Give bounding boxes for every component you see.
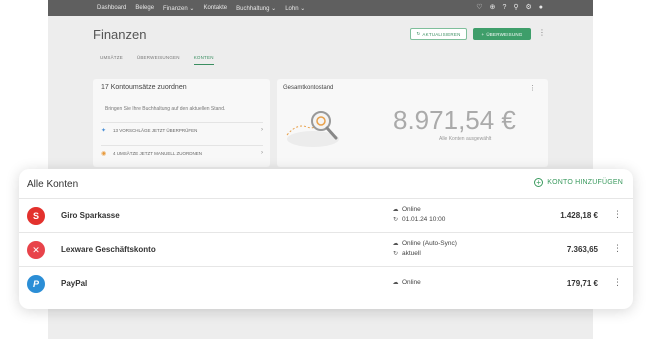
account-status: ☁ Online (Auto-Sync) — [392, 240, 457, 247]
tab-ueberweisungen[interactable]: Überweisungen — [137, 55, 180, 65]
account-status: ☁ Online — [392, 279, 421, 286]
account-name: Giro Sparkasse — [61, 211, 120, 220]
plus-icon: + — [481, 31, 485, 37]
all-accounts-panel: Alle Konten + Konto hinzufügen S Giro Sp… — [19, 169, 633, 309]
refresh-icon: ↻ — [416, 31, 421, 36]
tab-konten[interactable]: Konten — [193, 55, 214, 65]
chevron-right-icon: › — [261, 127, 263, 133]
nav-item-belege[interactable]: Belege — [135, 5, 154, 11]
top-navigation: Dashboard Belege Finanzen ⌄ Kontakte Buc… — [48, 0, 593, 16]
total-balance-value: 8.971,54 € — [393, 105, 516, 135]
status-label: Online — [402, 206, 421, 213]
search-icon[interactable]: ⚲ — [513, 0, 518, 16]
help-icon[interactable]: ? — [502, 0, 506, 16]
card-title: 17 Kontoumsätze zuordnen — [101, 84, 187, 91]
status-label: Online — [402, 279, 421, 286]
sparkle-icon: ✦ — [101, 127, 107, 134]
status-label: Online (Auto-Sync) — [402, 240, 457, 247]
row-label: 4 Umsätze jetzt manuell zuordnen — [113, 150, 203, 156]
account-row-lexware[interactable]: ✕ Lexware Geschäftskonto ☁ Online (Auto-… — [19, 232, 633, 266]
nav-icons: ♡ ⊕ ? ⚲ ⚙ ● — [476, 0, 543, 16]
card-title: Gesamtkontostand — [283, 85, 334, 91]
refresh-label: Aktualisieren — [422, 31, 461, 37]
nav-item-kontakte[interactable]: Kontakte — [203, 5, 227, 11]
review-suggestions-row[interactable]: ✦ 13 Vorschläge jetzt überprüfen › — [101, 122, 263, 137]
gear-icon[interactable]: ⚙ — [525, 0, 531, 16]
account-name: PayPal — [61, 279, 88, 288]
nav-item-buchhaltung[interactable]: Buchhaltung ⌄ — [236, 5, 276, 12]
heart-icon[interactable]: ♡ — [476, 0, 482, 16]
paypal-icon: P — [27, 275, 45, 293]
user-icon[interactable]: ● — [539, 0, 543, 16]
target-icon: ◉ — [101, 150, 107, 157]
manual-assign-row[interactable]: ◉ 4 Umsätze jetzt manuell zuordnen › — [101, 145, 263, 160]
sync-icon: ↻ — [392, 217, 399, 223]
nav-item-lohn[interactable]: Lohn ⌄ — [285, 5, 305, 12]
total-balance-card: Gesamtkontostand ⋮ 8.971,54 € Alle Konte… — [277, 79, 548, 167]
magnifier-illustration-icon — [286, 111, 339, 147]
plus-circle-icon: + — [534, 178, 544, 187]
row-label: 13 Vorschläge jetzt überprüfen — [113, 127, 198, 133]
card-description: Bringen Sie Ihre Buchhaltung auf den akt… — [105, 106, 226, 112]
more-icon[interactable]: ⋮ — [613, 243, 622, 254]
more-icon[interactable]: ⋮ — [538, 28, 546, 37]
refresh-button[interactable]: ↻ Aktualisieren — [410, 28, 467, 40]
cloud-icon: ☁ — [392, 241, 399, 247]
account-sync-time: ↻ 01.01.24 10:00 — [392, 216, 445, 223]
cloud-icon: ☁ — [392, 280, 399, 286]
account-balance: 1.428,18 € — [560, 211, 598, 220]
panel-title: Alle Konten — [27, 179, 79, 190]
transfer-button[interactable]: + Überweisung — [473, 28, 531, 40]
cloud-icon: ☁ — [392, 207, 399, 213]
lexware-icon: ✕ — [27, 241, 45, 259]
add-account-button[interactable]: + Konto hinzufügen — [534, 178, 623, 187]
account-status: ☁ Online — [392, 206, 421, 213]
tab-bar: Umsätze Überweisungen Konten — [100, 55, 214, 65]
assign-transactions-card: 17 Kontoumsätze zuordnen Bringen Sie Ihr… — [93, 79, 270, 167]
transfer-label: Überweisung — [486, 31, 523, 37]
chevron-right-icon: › — [261, 150, 263, 156]
account-name: Lexware Geschäftskonto — [61, 245, 156, 254]
account-balance: 179,71 € — [566, 279, 598, 288]
plus-circle-icon[interactable]: ⊕ — [490, 0, 496, 16]
more-icon[interactable]: ⋮ — [613, 277, 622, 288]
nav-item-dashboard[interactable]: Dashboard — [97, 5, 126, 11]
balance-subtitle: Alle Konten ausgewählt — [439, 136, 492, 142]
more-icon[interactable]: ⋮ — [613, 209, 622, 220]
account-sync-time: ↻ aktuell — [392, 250, 421, 257]
sync-label: aktuell — [402, 250, 421, 257]
account-row-paypal[interactable]: P PayPal ☁ Online 179,71 € ⋮ — [19, 266, 633, 300]
nav-item-finanzen[interactable]: Finanzen ⌄ — [163, 5, 194, 12]
account-balance: 7.363,65 — [566, 245, 598, 254]
sync-label: 01.01.24 10:00 — [402, 216, 446, 223]
more-icon[interactable]: ⋮ — [529, 84, 536, 92]
sparkasse-icon: S — [27, 207, 45, 225]
tab-umsaetze[interactable]: Umsätze — [100, 55, 123, 65]
add-account-label: Konto hinzufügen — [547, 179, 623, 186]
account-row-sparkasse[interactable]: S Giro Sparkasse ☁ Online ↻ 01.01.24 10:… — [19, 198, 633, 232]
page-title: Finanzen — [93, 27, 147, 42]
sync-icon: ↻ — [392, 251, 399, 257]
